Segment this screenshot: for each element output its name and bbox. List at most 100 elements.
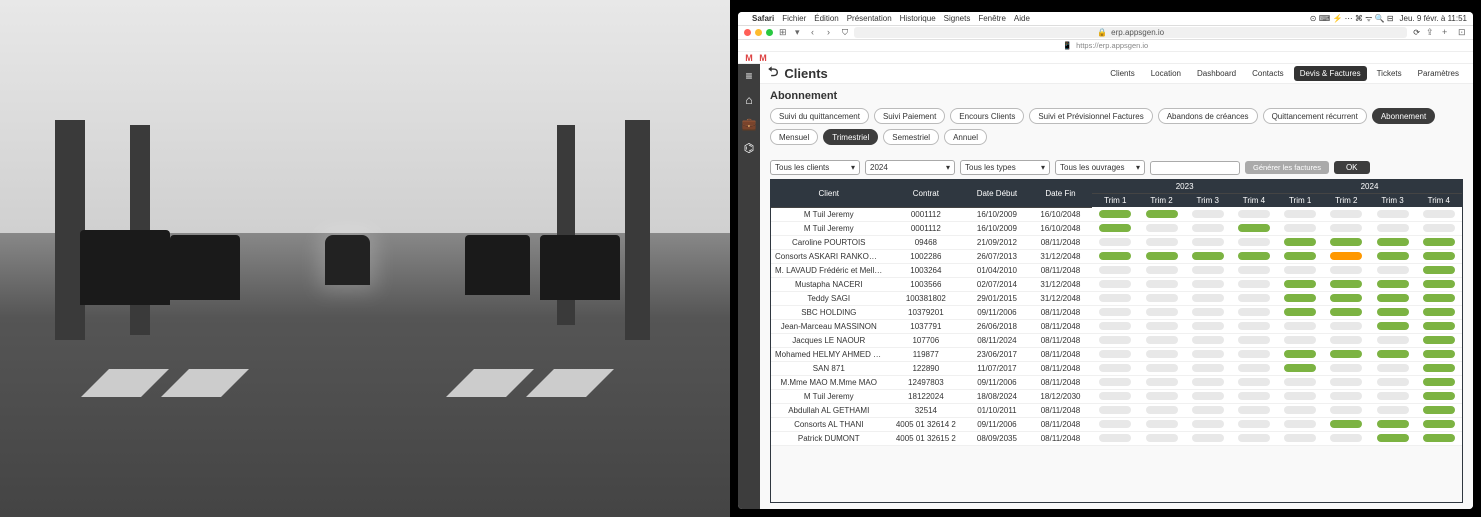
menu-icon[interactable]: ≡ [741,68,757,84]
nav-tickets[interactable]: Tickets [1371,66,1408,81]
cell-status[interactable] [1092,277,1138,291]
cell-status[interactable] [1138,221,1184,235]
cell-status[interactable] [1185,375,1231,389]
cell-status[interactable] [1416,403,1462,417]
back-arrow-icon[interactable]: ⮌ [768,64,778,85]
th-client[interactable]: Client [771,180,887,207]
cell-status[interactable] [1369,389,1415,403]
cell-status[interactable] [1369,347,1415,361]
table-row[interactable]: Abdullah AL GETHAMI3251401/10/201108/11/… [771,403,1462,417]
cell-status[interactable] [1277,431,1323,445]
back-icon[interactable]: ‹ [811,28,820,37]
cell-status[interactable] [1323,347,1369,361]
table-row[interactable]: M Tuil Jeremy000111216/10/200916/10/2048 [771,207,1462,221]
filter-clients[interactable]: Tous les clients▾ [770,160,860,175]
filter-ouvrages[interactable]: Tous les ouvrages▾ [1055,160,1145,175]
cell-status[interactable] [1231,277,1277,291]
period-trimestriel[interactable]: Trimestriel [823,129,878,145]
th-year-2023[interactable]: 2023 [1092,180,1277,194]
tab-url[interactable]: 📱https://erp.appsgen.io [738,40,1473,52]
cell-status[interactable] [1185,347,1231,361]
cell-status[interactable] [1323,333,1369,347]
cell-status[interactable] [1277,235,1323,249]
menu-safari[interactable]: Safari [752,14,774,23]
cell-status[interactable] [1277,249,1323,263]
cell-status[interactable] [1323,431,1369,445]
cell-status[interactable] [1323,221,1369,235]
cell-status[interactable] [1416,291,1462,305]
window-controls[interactable] [744,29,773,36]
menu-historique[interactable]: Historique [900,14,936,23]
cell-status[interactable] [1092,347,1138,361]
cell-status[interactable] [1369,249,1415,263]
cell-status[interactable] [1185,221,1231,235]
cell-status[interactable] [1277,291,1323,305]
cell-status[interactable] [1231,361,1277,375]
tab-encours-clients[interactable]: Encours Clients [950,108,1024,124]
tab-suivi-paiement[interactable]: Suivi Paiement [874,108,945,124]
url-bar[interactable]: 🔒erp.appsgen.io [854,27,1407,38]
cell-status[interactable] [1185,249,1231,263]
cell-status[interactable] [1231,305,1277,319]
cell-status[interactable] [1277,305,1323,319]
reload-icon[interactable]: ⟳ [1413,28,1420,37]
cell-status[interactable] [1369,263,1415,277]
cell-status[interactable] [1092,235,1138,249]
cell-status[interactable] [1323,361,1369,375]
table-row[interactable]: Mustapha NACERI100356602/07/201431/12/20… [771,277,1462,291]
shield-icon[interactable]: ⛉ [842,28,848,38]
cell-status[interactable] [1277,375,1323,389]
cell-status[interactable] [1323,277,1369,291]
cell-status[interactable] [1416,333,1462,347]
cell-status[interactable] [1231,263,1277,277]
cell-status[interactable] [1092,403,1138,417]
cell-status[interactable] [1369,403,1415,417]
period-semestriel[interactable]: Semestriel [883,129,939,145]
table-row[interactable]: Teddy SAGI10038180229/01/201531/12/2048 [771,291,1462,305]
table-row[interactable]: Mohamed HELMY AHMED RASHED ELFAR11987723… [771,347,1462,361]
cell-status[interactable] [1092,305,1138,319]
cell-status[interactable] [1416,235,1462,249]
cell-status[interactable] [1092,263,1138,277]
th-contrat[interactable]: Contrat [887,180,966,207]
share-icon[interactable]: ⇪ [1426,28,1435,37]
table-row[interactable]: Jacques LE NAOUR10770608/11/202408/11/20… [771,333,1462,347]
nav-dashboard[interactable]: Dashboard [1191,66,1242,81]
cell-status[interactable] [1277,263,1323,277]
cell-status[interactable] [1231,431,1277,445]
th-trim[interactable]: Trim 1 [1092,194,1138,208]
period-annuel[interactable]: Annuel [944,129,987,145]
home-icon[interactable]: ⌂ [741,92,757,108]
th-date-fin[interactable]: Date Fin [1029,180,1093,207]
cell-status[interactable] [1231,389,1277,403]
th-date-debut[interactable]: Date Début [965,180,1029,207]
cell-status[interactable] [1231,319,1277,333]
cell-status[interactable] [1231,207,1277,221]
cell-status[interactable] [1323,263,1369,277]
cell-status[interactable] [1138,291,1184,305]
cell-status[interactable] [1138,277,1184,291]
tab-abonnement[interactable]: Abonnement [1372,108,1435,124]
th-trim[interactable]: Trim 4 [1416,194,1462,208]
cell-status[interactable] [1369,333,1415,347]
cell-status[interactable] [1416,249,1462,263]
th-trim[interactable]: Trim 3 [1369,194,1415,208]
th-year-2024[interactable]: 2024 [1277,180,1462,194]
table-row[interactable]: Consorts AL THANI4005 01 32614 209/11/20… [771,417,1462,431]
cell-status[interactable] [1092,221,1138,235]
cell-status[interactable] [1185,277,1231,291]
cell-status[interactable] [1369,375,1415,389]
ok-button[interactable]: OK [1334,161,1370,174]
cell-status[interactable] [1185,417,1231,431]
cell-status[interactable] [1416,305,1462,319]
cell-status[interactable] [1323,207,1369,221]
cell-status[interactable] [1092,431,1138,445]
cell-status[interactable] [1277,403,1323,417]
period-mensuel[interactable]: Mensuel [770,129,818,145]
table-row[interactable]: M Tuil Jeremy000111216/10/200916/10/2048 [771,221,1462,235]
cell-status[interactable] [1092,249,1138,263]
cell-status[interactable] [1323,291,1369,305]
table-row[interactable]: Caroline POURTOIS0946821/09/201208/11/20… [771,235,1462,249]
cell-status[interactable] [1416,277,1462,291]
cell-status[interactable] [1185,235,1231,249]
